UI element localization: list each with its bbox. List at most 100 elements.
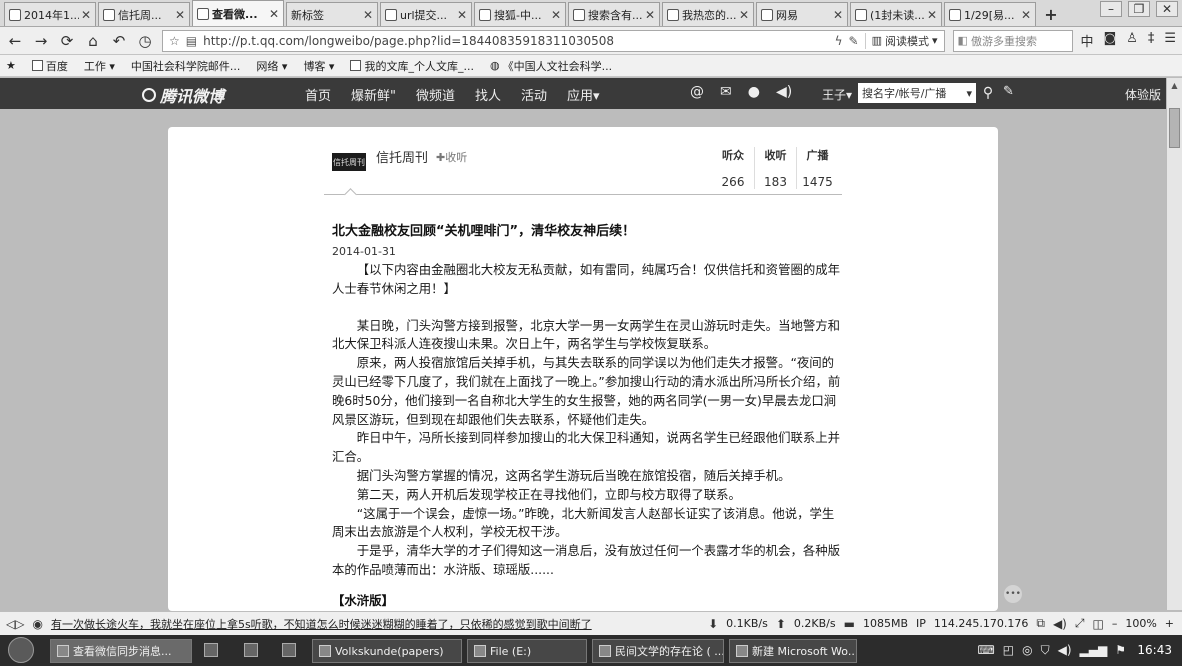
restore-icon[interactable]: ❐ — [1128, 1, 1150, 17]
start-button-icon[interactable] — [8, 637, 34, 663]
tab-4[interactable]: url提交... ✕ — [380, 2, 472, 26]
taskbar-item-folder[interactable]: Volkskunde(papers) — [312, 639, 462, 663]
address-bar[interactable]: ☆ ▤ http://p.t.qq.com/longweibo/page.php… — [162, 29, 945, 52]
undo-close-icon[interactable]: ↶ — [110, 32, 128, 50]
taskbar-item-word-1[interactable]: 民间文学的存在论 ( ... — [592, 639, 724, 663]
split-view-icon[interactable]: ◫ — [1092, 617, 1103, 631]
tab-close-icon[interactable]: ✕ — [927, 8, 937, 22]
user-menu[interactable]: 王子▾ — [822, 86, 852, 103]
compose-icon[interactable]: ✎ — [1003, 84, 1014, 99]
mention-icon[interactable]: @ — [690, 84, 704, 100]
tab-close-icon[interactable]: ✕ — [457, 8, 467, 22]
tab-2-active[interactable]: 查看微... ✕ — [192, 0, 284, 26]
star-bookmark-icon[interactable]: ☆ — [169, 34, 180, 48]
url-input[interactable]: http://p.t.qq.com/longweibo/page.php?lid… — [203, 34, 829, 48]
page-scrollbar[interactable]: ▲ — [1166, 78, 1182, 610]
scroll-thumb[interactable] — [1169, 108, 1180, 148]
follow-button[interactable]: ✚收听 — [436, 149, 467, 165]
translate-icon[interactable]: 中 — [1081, 31, 1094, 50]
lightning-icon[interactable]: ϟ — [835, 34, 843, 48]
menu-icon[interactable]: ☰ — [1164, 31, 1176, 50]
tab-close-icon[interactable]: ✕ — [175, 8, 185, 22]
news-ticker-link[interactable]: 有一次做长途火车，我就坐在座位上拿5s听歌，不知道怎么时候迷迷糊糊的睡着了，只依… — [51, 616, 592, 632]
taskbar-item-browser[interactable]: 查看微信同步消息... — [50, 639, 192, 663]
forward-icon[interactable]: → — [32, 32, 50, 50]
tab-5[interactable]: 搜狐-中... ✕ — [474, 2, 566, 26]
browser-search-input[interactable]: ◧ 傲游多重搜索 — [952, 29, 1073, 52]
nav-home[interactable]: 首页 — [305, 85, 331, 104]
stat-following[interactable]: 收听 183 — [754, 147, 796, 189]
nav-find-people[interactable]: 找人 — [475, 85, 501, 104]
nav-hot[interactable]: 爆新鲜" — [351, 85, 396, 104]
weibo-logo[interactable]: 腾讯微博 — [142, 83, 224, 107]
zoom-out-button[interactable]: – — [1112, 617, 1118, 630]
speaker-toggle-icon[interactable]: ◁▷ — [6, 617, 24, 631]
bookmark-folder-network[interactable]: 网络 ▾ — [256, 58, 287, 74]
tab-6[interactable]: 搜索含有... ✕ — [568, 2, 660, 26]
mail-icon[interactable]: ✉ — [720, 84, 732, 100]
quick-launch-icon[interactable] — [244, 643, 258, 657]
nav-activity[interactable]: 活动 — [521, 85, 547, 104]
network-icon[interactable]: ▂▄▆ — [1080, 643, 1108, 658]
bookmark-wenku[interactable]: 我的文库_个人文库_... — [350, 58, 474, 74]
bookmark-folder-work[interactable]: 工作 ▾ — [84, 58, 115, 74]
keyboard-icon[interactable]: ⌨ — [977, 643, 994, 658]
bookmark-cass-mail[interactable]: 中国社会科学院邮件... — [131, 58, 241, 74]
bookmark-baidu[interactable]: 百度 — [31, 58, 68, 74]
new-tab-button[interactable]: + — [1038, 2, 1064, 26]
tab-close-icon[interactable]: ✕ — [363, 8, 373, 22]
tray-app-icon[interactable]: ◎ — [1022, 643, 1032, 658]
user-icon[interactable]: ♙ — [1126, 31, 1138, 50]
trial-version-link[interactable]: 体验版 — [1125, 86, 1161, 103]
speaker-icon[interactable]: ◀) — [776, 84, 792, 100]
search-icon[interactable]: ⚲ — [979, 83, 997, 103]
close-window-icon[interactable]: ✕ — [1156, 1, 1178, 17]
minimize-icon[interactable]: – — [1100, 1, 1122, 17]
tab-1[interactable]: 信托周... ✕ — [98, 2, 190, 26]
home-icon[interactable]: ⌂ — [84, 32, 102, 50]
tab-close-icon[interactable]: ✕ — [81, 8, 91, 22]
tab-8[interactable]: 网易 ✕ — [756, 2, 848, 26]
person-icon[interactable]: ● — [748, 84, 760, 100]
action-center-icon[interactable]: ⚑ — [1115, 643, 1126, 658]
bookmarks-star-icon[interactable]: ★ — [6, 59, 16, 72]
stat-listeners[interactable]: 听众 266 — [712, 147, 754, 189]
quick-launch-icon[interactable] — [204, 643, 218, 657]
tab-close-icon[interactable]: ✕ — [645, 8, 655, 22]
stat-broadcasts[interactable]: 广播 1475 — [796, 147, 838, 189]
shield-icon[interactable]: ⛉ — [1041, 643, 1050, 658]
zoom-level[interactable]: 100% — [1125, 617, 1156, 630]
input-method-icon[interactable]: ◰ — [1003, 643, 1014, 658]
back-icon[interactable]: ← — [6, 32, 24, 50]
taskbar-item-word-2[interactable]: 新建 Microsoft Wo... — [729, 639, 857, 663]
quick-launch-icon[interactable] — [282, 643, 296, 657]
tab-3[interactable]: 新标签 ✕ — [286, 2, 378, 26]
avatar[interactable]: 信托周刊 — [332, 153, 366, 171]
history-icon[interactable]: ◷ — [136, 32, 154, 50]
taskbar-item-drive[interactable]: File (E:) — [467, 639, 587, 663]
more-icon[interactable]: ‡ — [1148, 31, 1155, 50]
tab-close-icon[interactable]: ✕ — [1021, 8, 1031, 22]
camera-icon[interactable]: ◙ — [1104, 31, 1117, 50]
weibo-search-input[interactable]: 搜名字/帐号/广播 ▾ — [858, 83, 976, 103]
profile-name[interactable]: 信托周刊 — [376, 147, 428, 166]
read-mode-button[interactable]: ▥ 阅读模式 ▾ — [864, 32, 938, 49]
tray-volume-icon[interactable]: ◀) — [1058, 643, 1072, 658]
tab-close-icon[interactable]: ✕ — [739, 8, 749, 22]
nav-apps[interactable]: 应用▾ — [567, 85, 600, 104]
fullscreen-icon[interactable]: ⤢ — [1075, 616, 1085, 631]
tab-close-icon[interactable]: ✕ — [269, 7, 279, 21]
pin-icon[interactable]: ✎ — [849, 34, 859, 48]
system-clock[interactable]: 16:43 — [1137, 643, 1172, 657]
screenshot-icon[interactable]: ⧉ — [1036, 616, 1045, 631]
bookmark-folder-blog[interactable]: 博客 ▾ — [303, 58, 334, 74]
tab-7[interactable]: 我热恋的... ✕ — [662, 2, 754, 26]
tab-close-icon[interactable]: ✕ — [551, 8, 561, 22]
zoom-in-button[interactable]: + — [1165, 617, 1174, 630]
chat-bubble-icon[interactable]: ••• — [1004, 585, 1022, 603]
nav-channel[interactable]: 微频道 — [416, 85, 455, 104]
tab-10[interactable]: 1/29[易... ✕ — [944, 2, 1036, 26]
tab-0[interactable]: 2014年1... ✕ — [4, 2, 96, 26]
scroll-up-icon[interactable]: ▲ — [1167, 78, 1182, 92]
reload-icon[interactable]: ⟳ — [58, 32, 76, 50]
